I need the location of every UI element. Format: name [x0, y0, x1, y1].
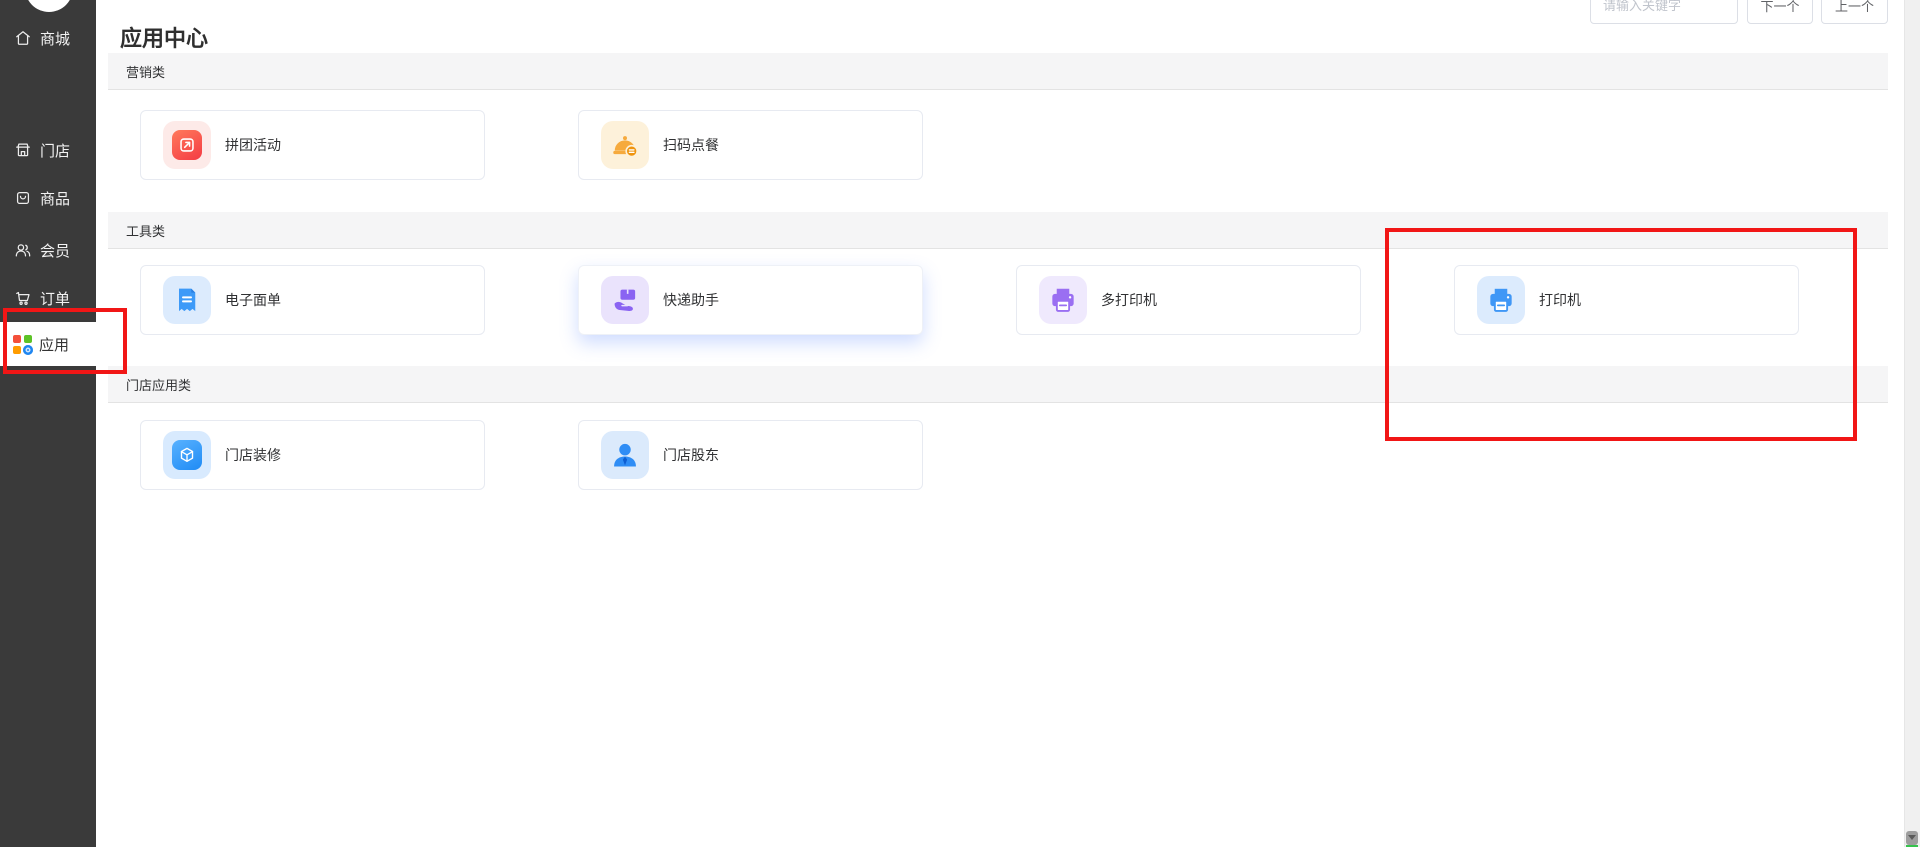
sidebar-item-apps[interactable]: 应用: [0, 322, 96, 366]
storefront-icon: [13, 140, 33, 160]
app-card-multi-printer[interactable]: 多打印机: [1016, 265, 1361, 335]
app-center-page: { "page_title": "应用中心", "sidebar": { "it…: [0, 0, 1920, 847]
sidebar: 商城门店商品会员订单应用: [0, 0, 96, 847]
multi-printer-icon: [1039, 276, 1087, 324]
app-card-scan-order[interactable]: 扫码点餐: [578, 110, 923, 180]
members-icon: [13, 240, 33, 260]
app-card-express-helper[interactable]: 快递助手: [578, 265, 923, 335]
sidebar-item-label: 会员: [40, 242, 71, 260]
section-header: 门店应用类: [108, 366, 1888, 403]
sidebar-item-storefront[interactable]: 门店: [0, 130, 96, 170]
sidebar-item-label: 商品: [40, 190, 71, 208]
app-name: 门店装修: [225, 447, 281, 463]
store-shareholder-icon: [601, 431, 649, 479]
app-name: 多打印机: [1101, 292, 1157, 308]
app-name: 打印机: [1539, 292, 1581, 308]
scrollbar-track[interactable]: [1904, 0, 1920, 847]
page-title: 应用中心: [120, 25, 209, 51]
printer-icon: [1477, 276, 1525, 324]
prev-button[interactable]: 上一个: [1821, 0, 1888, 24]
group-buy-icon: [163, 121, 211, 169]
scan-order-icon: [601, 121, 649, 169]
sidebar-item-cart[interactable]: 订单: [0, 278, 96, 318]
store-decoration-icon: [163, 431, 211, 479]
app-name: 拼团活动: [225, 137, 281, 153]
app-card-group-buy[interactable]: 拼团活动: [140, 110, 485, 180]
waybill-icon: [163, 276, 211, 324]
home-icon: [13, 28, 33, 48]
sidebar-item-label: 应用: [39, 336, 70, 354]
search-input[interactable]: [1590, 0, 1738, 24]
app-name: 扫码点餐: [663, 137, 719, 153]
sidebar-item-members[interactable]: 会员: [0, 230, 96, 270]
section-title: 门店应用类: [126, 377, 192, 393]
section-header: 工具类: [108, 212, 1888, 249]
app-name: 快递助手: [663, 292, 719, 308]
app-card-store-decoration[interactable]: 门店装修: [140, 420, 485, 490]
sidebar-item-label: 商城: [40, 30, 71, 48]
sidebar-item-home[interactable]: 商城: [0, 18, 96, 58]
express-helper-icon: [601, 276, 649, 324]
sidebar-item-goods[interactable]: 商品: [0, 178, 96, 218]
scrollbar-thumb[interactable]: [1906, 831, 1918, 845]
apps-icon: [13, 334, 33, 355]
app-card-printer[interactable]: 打印机: [1454, 265, 1799, 335]
app-name: 门店股东: [663, 447, 719, 463]
goods-icon: [13, 188, 33, 208]
cart-icon: [13, 288, 33, 308]
app-name: 电子面单: [225, 292, 281, 308]
avatar[interactable]: [25, 0, 73, 12]
sidebar-item-label: 门店: [40, 142, 71, 160]
app-card-store-shareholder[interactable]: 门店股东: [578, 420, 923, 490]
section-title: 工具类: [126, 223, 166, 239]
section-title: 营销类: [126, 64, 166, 80]
app-card-waybill[interactable]: 电子面单: [140, 265, 485, 335]
section-header: 营销类: [108, 53, 1888, 90]
next-button[interactable]: 下一个: [1747, 0, 1813, 24]
sidebar-item-label: 订单: [40, 290, 71, 308]
